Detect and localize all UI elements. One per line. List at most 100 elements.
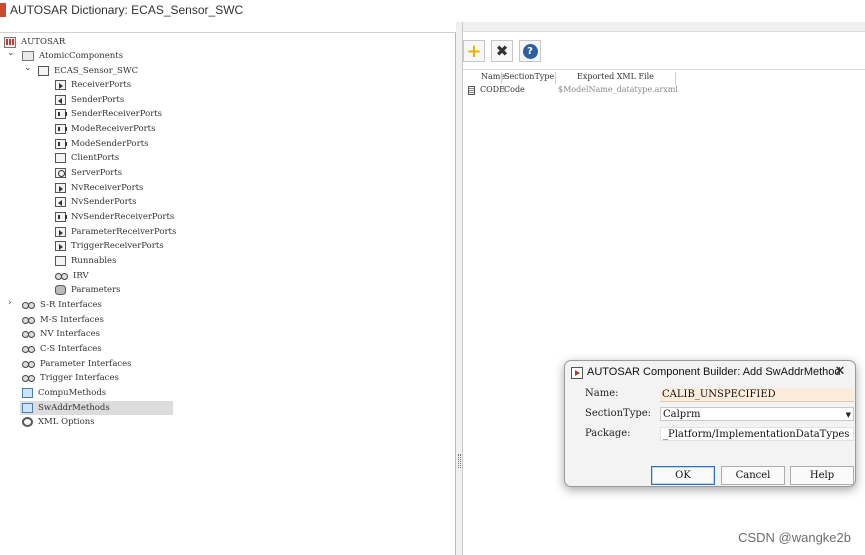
- tree-node-label: AUTOSAR: [21, 37, 66, 47]
- window-title: AUTOSAR Dictionary: ECAS_Sensor_SWC: [10, 3, 244, 17]
- tree-pane: AUTOSAR ⌄ AtomicComponents ⌄ ECAS_Sensor…: [0, 32, 456, 555]
- chevron-down-icon[interactable]: ⌄: [7, 48, 15, 58]
- tree-node-mode-receiver-ports[interactable]: ModeReceiverPorts: [55, 122, 155, 136]
- tree-node-label: NV Interfaces: [40, 329, 100, 339]
- column-separator[interactable]: [675, 72, 676, 84]
- app-icon: [571, 367, 583, 379]
- tree-node-label: Parameter Interfaces: [40, 359, 132, 369]
- server-port-icon: [55, 168, 66, 178]
- column-header-exported-xml-file[interactable]: Exported XML File: [577, 72, 654, 81]
- interface-icon: [22, 359, 35, 369]
- interface-icon: [22, 329, 35, 339]
- folder-icon: [22, 51, 34, 61]
- column-separator[interactable]: [501, 72, 502, 84]
- tree-node-sender-ports[interactable]: SenderPorts: [55, 93, 124, 107]
- tree-node-parameters[interactable]: Parameters: [55, 283, 121, 297]
- tree-node-label: TriggerReceiverPorts: [71, 241, 164, 251]
- tree-node-label: NvReceiverPorts: [71, 183, 144, 193]
- tree-node-label: NvSenderPorts: [71, 197, 137, 207]
- package-field[interactable]: _Platform/ImplementationDataTypes: [660, 427, 854, 441]
- tree-node-nv-receiver-ports[interactable]: NvReceiverPorts: [55, 181, 143, 195]
- tree-node-cs-interfaces[interactable]: C-S Interfaces: [22, 342, 102, 356]
- tree-node-trigger-receiver-ports[interactable]: TriggerReceiverPorts: [55, 239, 164, 253]
- port-out-icon: [55, 95, 66, 105]
- tree-node-compu-methods[interactable]: CompuMethods: [22, 386, 106, 400]
- splitter-grip-icon[interactable]: [458, 454, 461, 468]
- tree-node-xml-options[interactable]: XML Options: [22, 415, 95, 429]
- delete-button[interactable]: ✖: [491, 40, 513, 62]
- database-icon: [55, 285, 66, 295]
- tree-node-label: XML Options: [38, 417, 95, 427]
- autosar-root-icon: [4, 36, 16, 48]
- component-icon: [38, 66, 49, 76]
- tree-node-label: AtomicComponents: [39, 51, 124, 61]
- dialog-title-bar[interactable]: AUTOSAR Component Builder: Add SwAddrMet…: [565, 361, 855, 385]
- watermark: CSDN @wangke2b: [738, 530, 851, 545]
- name-field[interactable]: CALIB_UNSPECIFIED: [660, 388, 854, 402]
- tree-node-nv-sender-ports[interactable]: NvSenderPorts: [55, 195, 136, 209]
- tree-node-mode-sender-ports[interactable]: ModeSenderPorts: [55, 137, 149, 151]
- chevron-right-icon[interactable]: ›: [8, 298, 12, 308]
- tree-node-client-ports[interactable]: ClientPorts: [55, 151, 119, 165]
- mode-port-icon: [55, 139, 67, 149]
- pane-splitter[interactable]: [456, 22, 463, 555]
- chevron-down-icon[interactable]: ⌄: [24, 63, 32, 73]
- tree-node-trigger-interfaces[interactable]: Trigger Interfaces: [22, 371, 119, 385]
- tree-node-label: ECAS_Sensor_SWC: [54, 66, 139, 76]
- trigger-port-icon: [55, 241, 66, 251]
- param-port-icon: [55, 227, 66, 237]
- gear-icon: [22, 417, 33, 427]
- port-in-icon: [55, 80, 66, 90]
- package-label: Package:: [585, 428, 631, 439]
- cell-name: CODE: [480, 85, 505, 94]
- interface-icon: [22, 300, 35, 310]
- runnable-icon: [55, 256, 66, 266]
- tree-node-nv-sender-receiver-ports[interactable]: NvSenderReceiverPorts: [55, 210, 174, 224]
- plus-icon: +: [466, 40, 482, 62]
- tree-node-parameter-interfaces[interactable]: Parameter Interfaces: [22, 357, 132, 371]
- tree-node-label: M-S Interfaces: [40, 315, 104, 325]
- tree-node-atomic-components[interactable]: AtomicComponents: [22, 49, 123, 63]
- tree-node-label: CompuMethods: [38, 388, 107, 398]
- irv-icon: [55, 271, 68, 281]
- cell-section-type: Code: [504, 85, 525, 94]
- tree-node-sender-receiver-ports[interactable]: SenderReceiverPorts: [55, 107, 162, 121]
- tree-node-server-ports[interactable]: ServerPorts: [55, 166, 122, 180]
- tree-node-label: SenderPorts: [71, 95, 125, 105]
- tree-node-label: ClientPorts: [71, 153, 120, 163]
- tree-node-label: ReceiverPorts: [71, 80, 132, 90]
- table-row[interactable]: CODE Code $ModelName_datatype.arxml: [463, 85, 865, 97]
- app-icon: [0, 3, 6, 17]
- tree-node-ms-interfaces[interactable]: M-S Interfaces: [22, 313, 104, 327]
- tree-node-nv-interfaces[interactable]: NV Interfaces: [22, 327, 100, 341]
- help-toolbar-button[interactable]: ?: [519, 40, 541, 62]
- interface-icon: [22, 315, 35, 325]
- close-icon[interactable]: ✕: [831, 363, 849, 381]
- column-separator[interactable]: [555, 72, 556, 84]
- mode-port-icon: [55, 124, 67, 134]
- cancel-button[interactable]: Cancel: [721, 466, 785, 485]
- document-icon: [468, 86, 475, 95]
- tree-node-irv[interactable]: IRV: [55, 269, 89, 283]
- column-header-section-type[interactable]: SectionType: [504, 72, 554, 81]
- tree-node-runnables[interactable]: Runnables: [55, 254, 116, 268]
- ok-button[interactable]: OK: [651, 466, 715, 485]
- interface-icon: [22, 344, 35, 354]
- tree-node-sr-interfaces[interactable]: S-R Interfaces: [22, 298, 102, 312]
- tree-node-parameter-receiver-ports[interactable]: ParameterReceiverPorts: [55, 225, 176, 239]
- tree-node-receiver-ports[interactable]: ReceiverPorts: [55, 78, 131, 92]
- tree-node-label: ServerPorts: [71, 168, 123, 178]
- tree-node-label: Parameters: [71, 285, 121, 295]
- tree-node-root[interactable]: AUTOSAR: [4, 35, 65, 49]
- tree-node-component[interactable]: ECAS_Sensor_SWC: [38, 64, 138, 78]
- tree-node-label: ModeSenderPorts: [71, 139, 149, 149]
- port-sr-icon: [55, 109, 67, 119]
- name-label: Name:: [585, 388, 619, 399]
- tree-node-label: SwAddrMethods: [38, 403, 110, 413]
- tree-node-sw-addr-methods[interactable]: SwAddrMethods: [20, 401, 173, 415]
- folder-icon: [22, 403, 33, 413]
- title-bar: AUTOSAR Dictionary: ECAS_Sensor_SWC: [0, 0, 865, 22]
- help-button[interactable]: Help: [790, 466, 854, 485]
- section-type-select[interactable]: Calprm ▼: [660, 407, 854, 421]
- add-button[interactable]: +: [463, 40, 485, 62]
